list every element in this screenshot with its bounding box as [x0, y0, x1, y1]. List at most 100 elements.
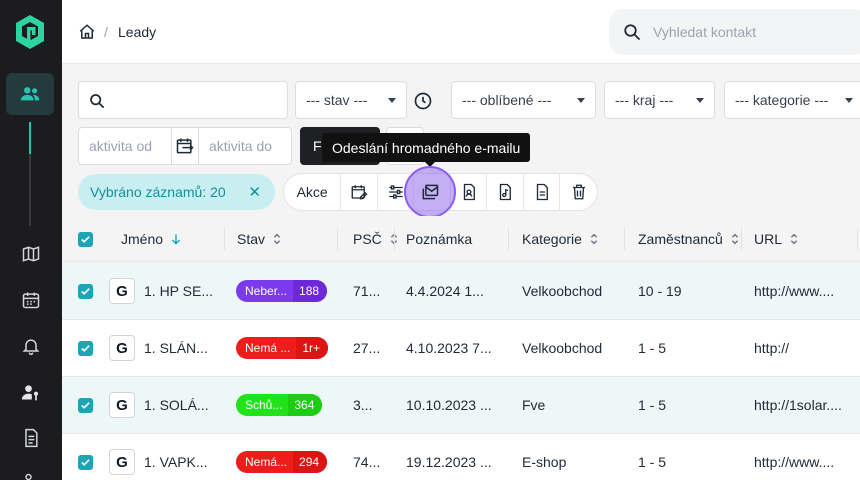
nav-leads[interactable]: [6, 73, 54, 115]
url-cell[interactable]: http://www....: [754, 263, 858, 319]
activity-date-range: [78, 127, 292, 165]
sort-icon: [271, 232, 283, 246]
sliders-icon: [388, 185, 403, 199]
google-icon[interactable]: G: [109, 278, 135, 304]
activity-from-input[interactable]: [79, 128, 171, 164]
chevron-down-icon: [577, 97, 585, 103]
check-icon: [81, 401, 90, 409]
kategorie-select[interactable]: --- kategorie ---: [724, 81, 860, 119]
column-header-kategorie[interactable]: Kategorie: [522, 216, 625, 262]
nav-calendar[interactable]: [19, 288, 43, 312]
clear-selection-button[interactable]: ✕: [248, 183, 261, 201]
status-cell: Neber... 188: [236, 263, 348, 319]
lead-name[interactable]: 1. VAPK...: [144, 454, 208, 470]
column-label: Zaměstnanců: [638, 231, 723, 247]
bulk-edit-button[interactable]: [341, 174, 378, 210]
column-header-jmeno[interactable]: Jméno: [121, 216, 225, 262]
stav-select[interactable]: --- stav ---: [295, 81, 407, 119]
akce-button[interactable]: Akce: [284, 174, 342, 210]
note-cell: 19.12.2023 ...: [406, 454, 492, 470]
filter-button-label: F: [313, 138, 322, 154]
clock-icon: [414, 92, 432, 110]
google-icon[interactable]: G: [109, 335, 135, 361]
app-logo[interactable]: [14, 14, 46, 50]
nav-documents[interactable]: [19, 426, 43, 450]
nav-progress-active: [29, 122, 31, 154]
check-icon: [81, 458, 90, 466]
sort-icon: [588, 232, 600, 246]
status-badge[interactable]: Schů... 364: [236, 394, 323, 416]
nav-more[interactable]: [19, 470, 43, 480]
home-icon[interactable]: [78, 23, 96, 41]
nav-user-key[interactable]: [19, 380, 43, 404]
chevron-down-icon: [388, 97, 396, 103]
status-count: 1r+: [296, 337, 329, 359]
audio-file-icon: [499, 183, 512, 201]
column-header-stav[interactable]: Stav: [237, 216, 338, 262]
bulk-music-button[interactable]: [487, 174, 524, 210]
name-cell: G 1. HP SE...: [109, 263, 231, 319]
row-checkbox[interactable]: [78, 454, 93, 470]
nav-notifications[interactable]: [19, 334, 43, 358]
table-header: Jméno Stav PSČ Poznámka Kategorie Zaměst…: [62, 216, 860, 262]
users-icon: [20, 87, 40, 101]
column-header-psc[interactable]: PSČ: [353, 216, 397, 262]
check-icon: [81, 235, 90, 243]
trash-icon: [572, 184, 585, 200]
employees-cell: 1 - 5: [638, 454, 667, 470]
bulk-document-button[interactable]: [524, 174, 561, 210]
breadcrumb-separator: /: [104, 24, 108, 40]
lead-name[interactable]: 1. HP SE...: [144, 283, 213, 299]
user-key-icon: [21, 385, 39, 401]
status-badge[interactable]: Nemá... 294: [236, 451, 328, 473]
activity-to-input[interactable]: [199, 128, 291, 164]
table-search-field[interactable]: [78, 81, 288, 119]
table-row[interactable]: G 1. VAPK... Nemá... 294 74... 19.12.202…: [62, 434, 860, 480]
row-checkbox[interactable]: [78, 283, 93, 299]
google-icon[interactable]: G: [109, 392, 135, 418]
column-header-url[interactable]: URL: [754, 216, 858, 262]
row-checkbox[interactable]: [78, 340, 93, 356]
sort-desc-icon: [169, 232, 183, 246]
stav-select-label: --- stav ---: [306, 92, 368, 108]
category-cell: Fve: [522, 397, 546, 413]
bulk-delete-button[interactable]: [560, 174, 597, 210]
row-checkbox[interactable]: [78, 397, 93, 413]
status-badge[interactable]: Nemá ... 1r+: [236, 337, 329, 359]
nav-map[interactable]: [19, 242, 43, 266]
check-icon: [81, 344, 90, 352]
name-cell: G 1. SOLÁ...: [109, 377, 231, 433]
google-icon[interactable]: G: [109, 449, 135, 475]
oblibene-select-label: --- oblíbené ---: [462, 92, 552, 108]
contact-search-input[interactable]: [653, 21, 853, 43]
column-header-zamestnancu[interactable]: Zaměstnanců: [638, 216, 742, 262]
history-button[interactable]: [409, 87, 437, 115]
status-count: 364: [288, 394, 323, 416]
calendar-arrow-icon: [176, 138, 194, 154]
kraj-select[interactable]: --- kraj ---: [604, 81, 715, 119]
row-select-cell: [78, 263, 108, 319]
bell-icon: [22, 339, 40, 356]
name-cell: G 1. SLÁN...: [109, 320, 231, 376]
url-cell[interactable]: http://www....: [754, 434, 858, 480]
breadcrumb-current: Leady: [118, 24, 157, 40]
column-label: Poznámka: [406, 231, 473, 247]
row-select-cell: [78, 320, 108, 376]
url-cell[interactable]: http://: [754, 320, 858, 376]
table-row[interactable]: G 1. SLÁN... Nemá ... 1r+ 27... 4.10.202…: [62, 320, 860, 377]
kraj-select-label: --- kraj ---: [615, 92, 674, 108]
date-range-toggle[interactable]: [171, 128, 199, 164]
status-badge[interactable]: Neber... 188: [236, 280, 328, 302]
lead-name[interactable]: 1. SOLÁ...: [144, 397, 209, 413]
selected-records-badge: Vybráno záznamů: 20 ✕: [78, 174, 275, 210]
lead-name[interactable]: 1. SLÁN...: [144, 340, 208, 356]
status-label: Nemá ...: [245, 341, 291, 355]
psc-cell: 27...: [353, 340, 381, 356]
select-all-checkbox[interactable]: [78, 231, 93, 247]
oblibene-select[interactable]: --- oblíbené ---: [451, 81, 596, 119]
url-cell[interactable]: http://1solar....: [754, 377, 858, 433]
column-header-poznamka[interactable]: Poznámka: [406, 216, 509, 262]
bulk-contact-button[interactable]: [451, 174, 488, 210]
table-row[interactable]: G 1. SOLÁ... Schů... 364 3... 10.10.2023…: [62, 377, 860, 434]
table-row[interactable]: G 1. HP SE... Neber... 188 71... 4.4.202…: [62, 263, 860, 320]
